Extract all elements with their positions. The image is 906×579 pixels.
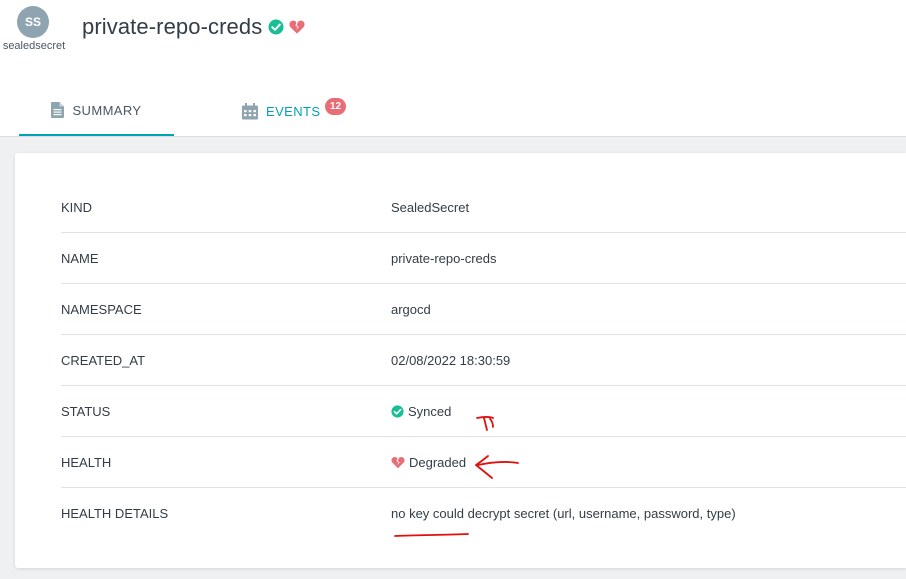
table-row: NAME private-repo-creds — [61, 233, 906, 284]
status-value: Synced — [391, 404, 451, 419]
row-key: NAMESPACE — [61, 301, 142, 317]
check-circle-icon — [391, 404, 404, 418]
tab-label: EVENTS — [266, 103, 321, 119]
row-key: KIND — [61, 199, 93, 215]
row-value: private-repo-creds — [391, 250, 497, 266]
status-text: Synced — [408, 403, 452, 419]
row-key: CREATED_AT — [61, 352, 146, 368]
health-value: Degraded — [391, 455, 466, 470]
health-text: Degraded — [409, 454, 467, 470]
file-icon — [51, 102, 65, 118]
row-key: HEALTH — [61, 454, 112, 470]
resource-header: SS sealedsecret private-repo-creds SUMMA… — [0, 0, 906, 137]
row-value: SealedSecret — [391, 199, 470, 215]
kind-label: sealedsecret — [2, 40, 66, 52]
table-row: HEALTH Degraded — [61, 437, 906, 488]
row-value: 02/08/2022 18:30:59 — [391, 352, 511, 368]
tab-events[interactable]: EVENTS — [242, 86, 320, 136]
summary-card: KIND SealedSecret NAME private-repo-cred… — [15, 153, 906, 568]
avatar: SS — [17, 6, 49, 38]
tab-summary[interactable]: SUMMARY — [19, 86, 174, 136]
table-row: CREATED_AT 02/08/2022 18:30:59 — [61, 335, 906, 386]
table-row: NAMESPACE argocd — [61, 284, 906, 335]
calendar-icon — [242, 102, 258, 120]
row-value: argocd — [391, 301, 431, 317]
table-row: KIND SealedSecret — [61, 182, 906, 233]
row-key: STATUS — [61, 403, 111, 419]
page-title: private-repo-creds — [82, 14, 263, 39]
row-key: HEALTH DETAILS — [61, 506, 169, 521]
title-row: private-repo-creds — [82, 14, 305, 40]
row-value: no key could decrypt secret (url, userna… — [391, 506, 736, 521]
table-row: HEALTH DETAILS no key could decrypt secr… — [61, 488, 906, 539]
events-count-badge: 12 — [325, 98, 346, 115]
heart-broken-icon — [289, 19, 305, 35]
table-row: STATUS Synced — [61, 386, 906, 437]
tab-label: SUMMARY — [72, 102, 142, 118]
heart-broken-icon — [391, 456, 405, 468]
check-circle-icon — [268, 19, 284, 35]
row-key: NAME — [61, 250, 99, 266]
